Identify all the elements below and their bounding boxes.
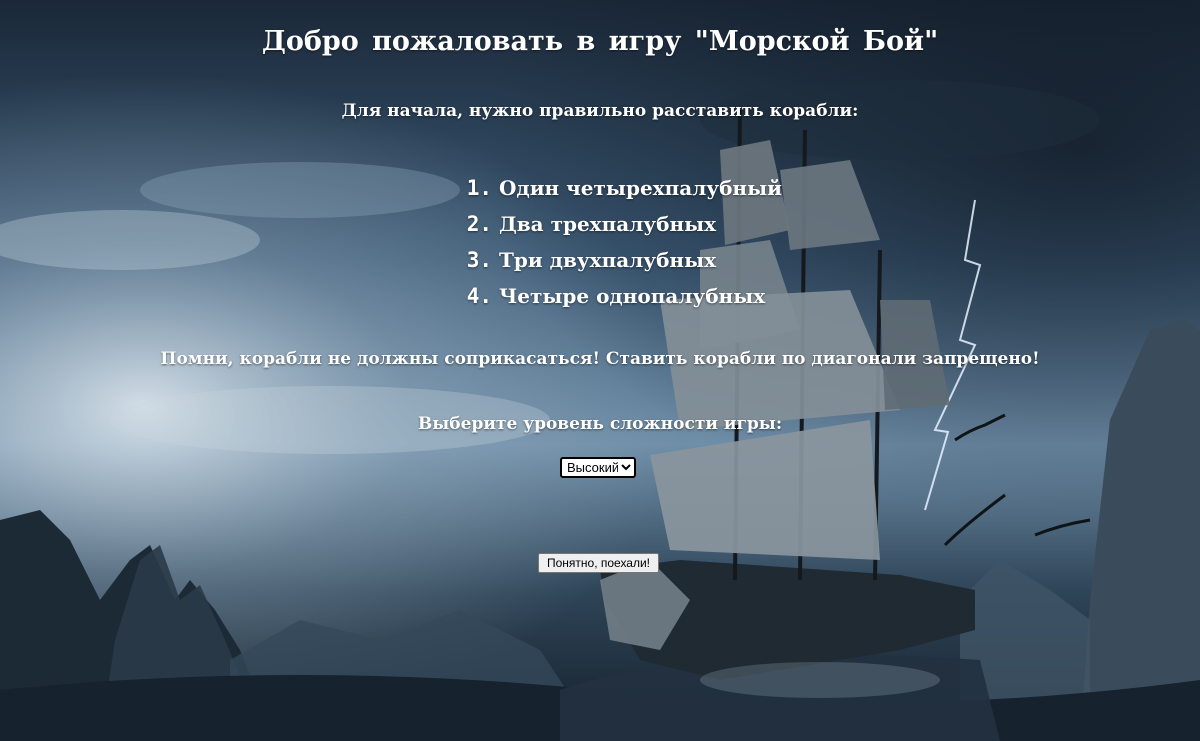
rules-intro-text: Для начала, нужно правильно расставить к… xyxy=(341,101,859,121)
list-number: 2. xyxy=(466,212,492,236)
ship-list: 1. Один четырехпалубный 2. Два трехпалуб… xyxy=(458,174,782,318)
list-number: 3. xyxy=(466,248,492,272)
ship-description: Три двухпалубных xyxy=(498,248,717,272)
placement-warning: Помни, корабли не должны соприкасаться! … xyxy=(160,349,1040,369)
difficulty-select[interactable]: Высокий xyxy=(560,457,636,478)
start-game-button[interactable]: Понятно, поехали! xyxy=(538,553,659,573)
ship-description: Четыре однопалубных xyxy=(498,284,766,308)
ship-list-item: 3. Три двухпалубных xyxy=(458,246,782,282)
ship-description: Два трехпалубных xyxy=(498,212,717,236)
list-number: 4. xyxy=(466,284,492,308)
page-title: Добро пожаловать в игру "Морской Бой" xyxy=(261,26,939,57)
difficulty-label: Выберите уровень сложности игры: xyxy=(417,414,783,434)
game-intro-screen: Добро пожаловать в игру "Морской Бой" Дл… xyxy=(0,0,1200,741)
ship-description: Один четырехпалубный xyxy=(498,176,782,200)
ship-list-item: 1. Один четырехпалубный xyxy=(458,174,782,210)
ship-list-item: 2. Два трехпалубных xyxy=(458,210,782,246)
ship-list-item: 4. Четыре однопалубных xyxy=(458,282,782,318)
list-number: 1. xyxy=(466,176,492,200)
